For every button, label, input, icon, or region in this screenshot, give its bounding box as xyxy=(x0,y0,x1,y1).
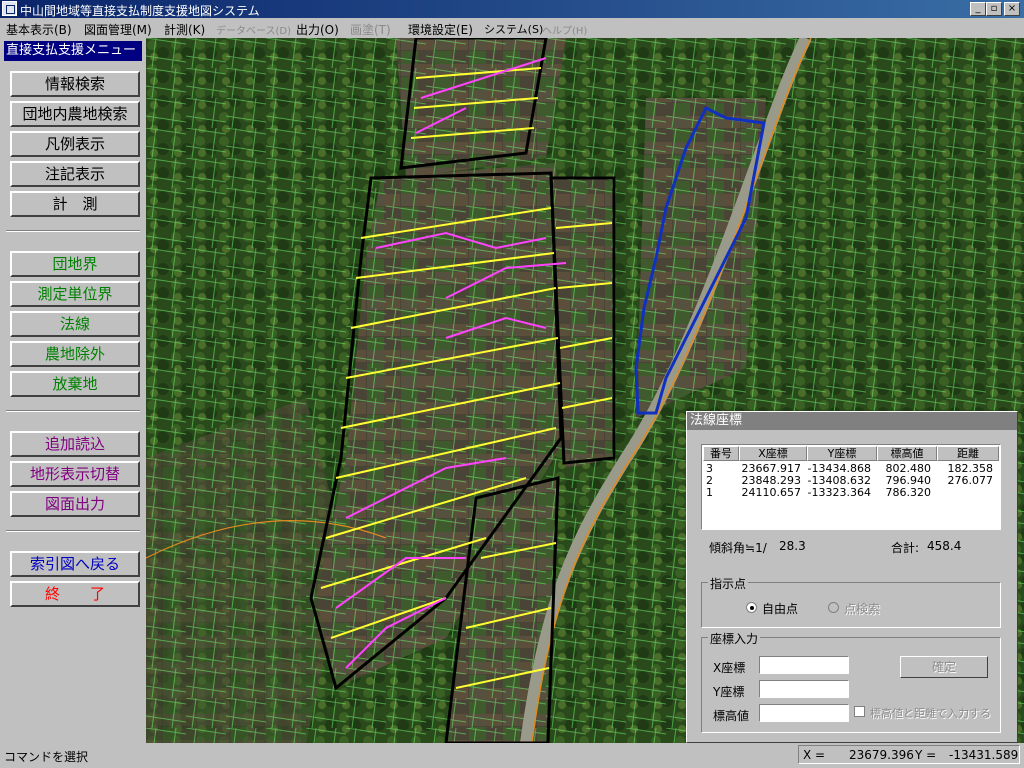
y-readout-label: Y = xyxy=(915,748,937,762)
x-readout-value: 23679.396 xyxy=(849,748,914,762)
menu-measure[interactable]: 計測(K) xyxy=(164,21,205,38)
column-header: 距離 xyxy=(937,446,999,461)
sidebar-header: 直接支払支援メニュー xyxy=(4,41,142,61)
block-boundary-button[interactable]: 団地界 xyxy=(10,251,140,277)
x-coordinate-label: X座標 xyxy=(713,661,746,675)
legend-button[interactable]: 凡例表示 xyxy=(10,131,140,157)
sidebar-divider xyxy=(6,230,140,232)
column-header: X座標 xyxy=(739,446,807,461)
coordinate-table[interactable]: 番号 X座標 Y座標 標高値 距離 3 23667.917 -13434.868… xyxy=(701,444,1001,530)
dialog-title: 法線座標 xyxy=(687,412,1017,430)
terrain-toggle-button[interactable]: 地形表示切替 xyxy=(10,461,140,487)
column-header: 番号 xyxy=(703,446,739,461)
measure-unit-boundary-button[interactable]: 測定単位界 xyxy=(10,281,140,307)
farmland-exclusion-button[interactable]: 農地除外 xyxy=(10,341,140,367)
y-coordinate-label: Y座標 xyxy=(713,685,745,699)
elevation-distance-checkbox[interactable] xyxy=(854,706,865,717)
close-button[interactable]: × xyxy=(1004,2,1020,16)
menu-paint[interactable]: 画塗(T) xyxy=(350,21,391,38)
point-group-label: 指示点 xyxy=(708,575,749,592)
column-header: Y座標 xyxy=(807,446,877,461)
point-search-label: 点検索 xyxy=(844,602,881,616)
index-map-button[interactable]: 索引図へ戻る xyxy=(10,551,140,577)
sidebar-divider xyxy=(6,530,140,532)
normal-line-button[interactable]: 法線 xyxy=(10,311,140,337)
command-prompt: コマンドを選択 xyxy=(4,750,89,764)
minimize-button[interactable]: _ xyxy=(970,2,986,16)
table-cell: 786.320 xyxy=(885,486,932,499)
column-header: 標高値 xyxy=(877,446,937,461)
x-readout-label: X = xyxy=(803,748,826,762)
point-group: 指示点 自由点 点検索 xyxy=(701,575,1001,628)
farmland-search-button[interactable]: 団地内農地検索 xyxy=(10,101,140,127)
table-cell: 24110.657 xyxy=(741,486,802,499)
menu-settings[interactable]: 環境設定(E) xyxy=(408,21,473,38)
cursor-coordinates: X = 23679.396 Y = -13431.589 xyxy=(798,745,1020,764)
free-point-radio[interactable] xyxy=(746,602,757,613)
menu-basic-display[interactable]: 基本表示(B) xyxy=(6,21,72,38)
measure-button[interactable]: 計 測 xyxy=(10,191,140,217)
point-search-radio[interactable] xyxy=(828,602,839,613)
elevation-input[interactable] xyxy=(759,704,849,722)
elevation-label: 標高値 xyxy=(713,709,750,723)
maximize-button[interactable]: ▫ xyxy=(986,2,1002,16)
info-search-button[interactable]: 情報検索 xyxy=(10,71,140,97)
sidebar-menu: 直接支払支援メニュー 情報検索 団地内農地検索 凡例表示 注記表示 計 測 団地… xyxy=(0,38,146,743)
exit-button[interactable]: 終 了 xyxy=(10,581,140,607)
abandoned-land-button[interactable]: 放棄地 xyxy=(10,371,140,397)
elevation-distance-label: 標高値と距離で入力する xyxy=(870,707,991,720)
menu-bar: 基本表示(B) 図面管理(M) 計測(K) データベース(D) 出力(O) 画塗… xyxy=(0,18,1024,38)
sidebar-divider xyxy=(6,410,140,412)
map-output-button[interactable]: 図面出力 xyxy=(10,491,140,517)
menu-output[interactable]: 出力(O) xyxy=(296,21,339,38)
total-label: 合計: xyxy=(891,541,920,555)
menu-help[interactable]: ヘルプ(H) xyxy=(542,22,587,37)
menu-system[interactable]: システム(S) xyxy=(484,21,543,37)
app-icon xyxy=(2,1,17,16)
y-readout-value: -13431.589 xyxy=(949,748,1019,762)
window-title: 中山間地域等直接支払制度支援地図システム xyxy=(20,4,260,18)
x-coordinate-input[interactable] xyxy=(759,656,849,674)
y-coordinate-input[interactable] xyxy=(759,680,849,698)
menu-drawing-management[interactable]: 図面管理(M) xyxy=(84,21,152,38)
slope-label: 傾斜角≒1/ xyxy=(709,541,767,555)
confirm-button[interactable]: 確定 xyxy=(900,656,988,678)
menu-database[interactable]: データベース(D) xyxy=(216,22,291,37)
additional-load-button[interactable]: 追加読込 xyxy=(10,431,140,457)
table-cell: -13323.364 xyxy=(807,486,871,499)
coordinate-input-label: 座標入力 xyxy=(708,630,761,647)
normal-coordinate-dialog: 法線座標 番号 X座標 Y座標 標高値 距離 3 23667.917 -1343… xyxy=(686,411,1018,743)
title-bar: 中山間地域等直接支払制度支援地図システム _ ▫ × xyxy=(0,0,1024,18)
slope-value: 28.3 xyxy=(779,539,806,553)
total-value: 458.4 xyxy=(927,539,962,553)
table-cell: 1 xyxy=(706,486,713,499)
annotation-button[interactable]: 注記表示 xyxy=(10,161,140,187)
table-cell: 276.077 xyxy=(947,474,994,487)
free-point-label: 自由点 xyxy=(762,602,799,616)
status-bar: コマンドを選択 X = 23679.396 Y = -13431.589 xyxy=(0,743,1024,768)
